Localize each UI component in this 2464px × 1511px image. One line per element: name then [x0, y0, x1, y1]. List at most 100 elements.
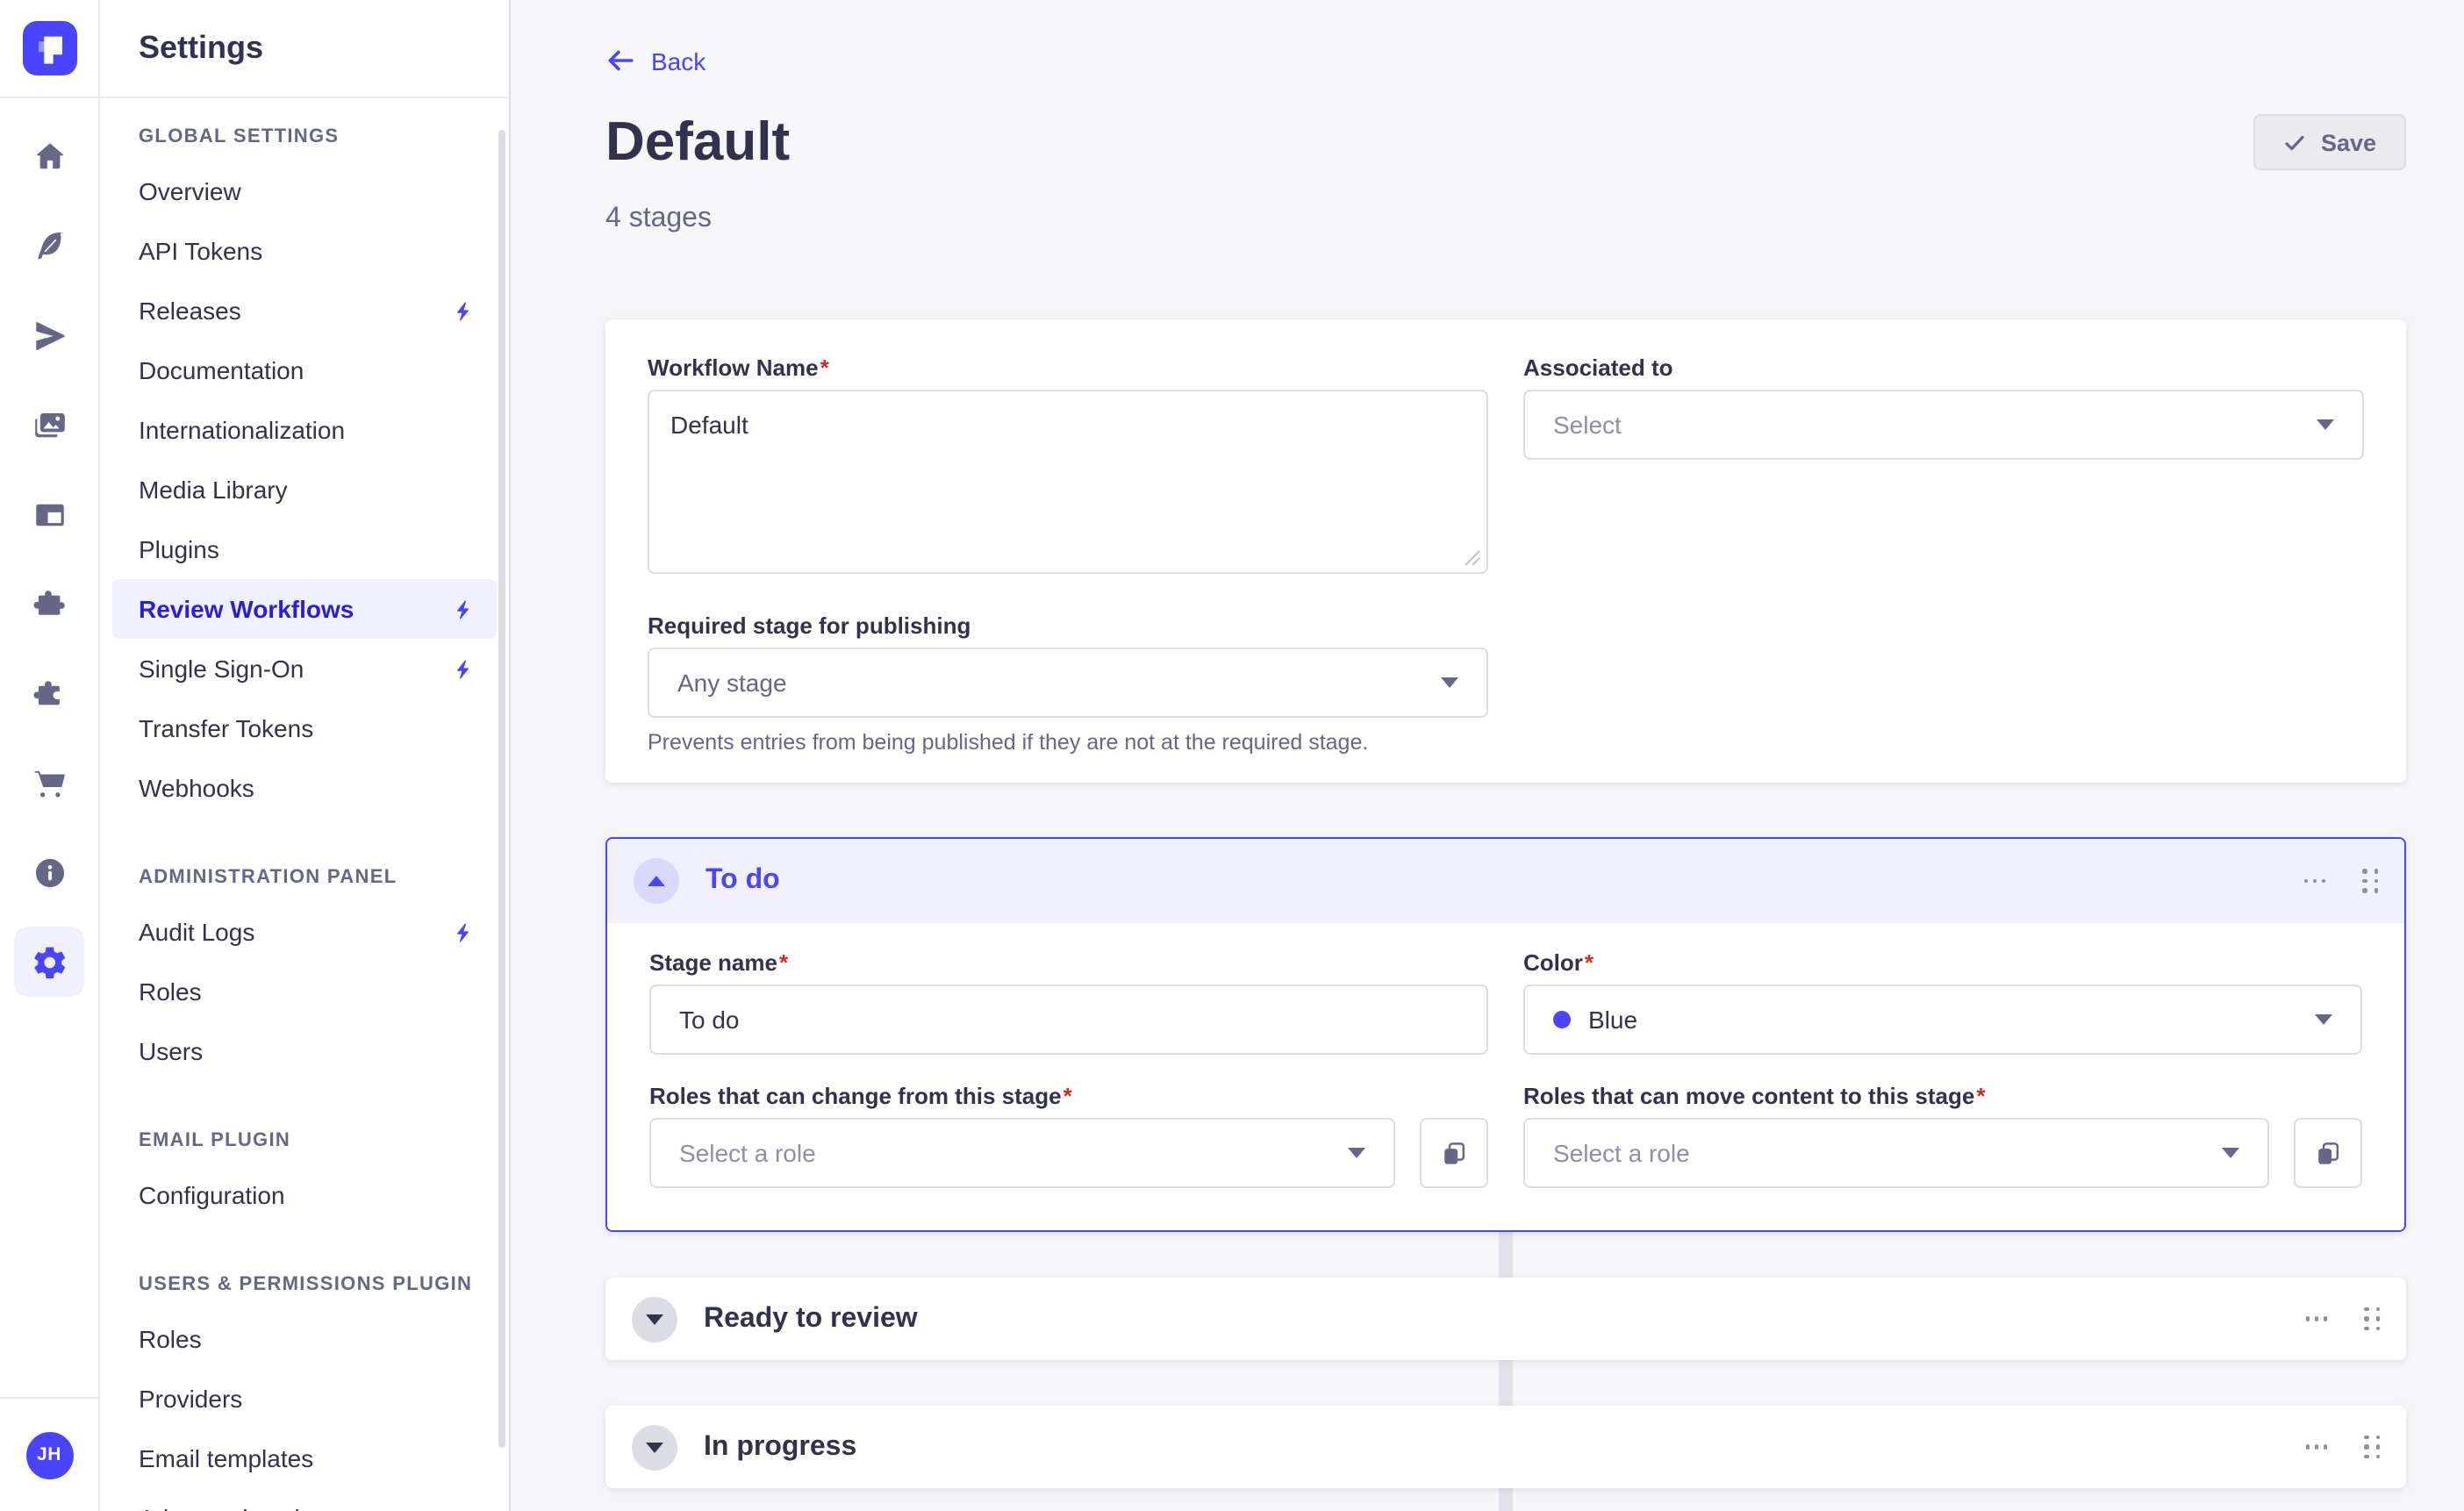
- stage-color-field: Color* Blue: [1523, 949, 2362, 1055]
- resize-grip-icon[interactable]: [1464, 549, 1481, 567]
- associated-to-label: Associated to: [1523, 354, 2364, 381]
- section-global-settings: GLOBAL SETTINGS Overview API Tokens Rele…: [100, 123, 509, 818]
- sidebar-item-releases[interactable]: Releases: [112, 281, 497, 340]
- required-stage-select[interactable]: Any stage: [648, 648, 1488, 718]
- lightning-icon: [453, 655, 474, 682]
- media-library-icon[interactable]: [14, 390, 84, 460]
- feather-icon[interactable]: [14, 211, 84, 281]
- stages-list: To do Stage name* To do: [605, 837, 2406, 1488]
- sidebar-item-overview[interactable]: Overview: [112, 161, 497, 221]
- required-asterisk: *: [1585, 949, 1594, 976]
- roles-move-label: Roles that can move content to this stag…: [1523, 1083, 2362, 1109]
- sidebar-item-transfer-tokens[interactable]: Transfer Tokens: [112, 698, 497, 758]
- more-options-icon[interactable]: [2303, 879, 2325, 884]
- sidebar-item-api-tokens[interactable]: API Tokens: [112, 221, 497, 281]
- stage-color-select[interactable]: Blue: [1523, 985, 2362, 1055]
- stage-body: Stage name* To do Color*: [607, 923, 2404, 1230]
- settings-sidebar: Settings GLOBAL SETTINGS Overview API To…: [100, 0, 511, 1511]
- required-stage-hint: Prevents entries from being published if…: [648, 730, 1488, 755]
- cart-icon[interactable]: [14, 748, 84, 818]
- sidebar-item-single-sign-on[interactable]: Single Sign-On: [112, 639, 497, 698]
- chevron-down-icon: [1441, 677, 1458, 688]
- required-stage-field: Required stage for publishing Any stage …: [648, 612, 1488, 755]
- rail-footer: JH: [0, 1397, 98, 1511]
- sidebar-item-documentation[interactable]: Documentation: [112, 340, 497, 400]
- stage-title: Ready to review: [704, 1303, 918, 1335]
- sidebar-item-review-workflows[interactable]: Review Workflows: [112, 579, 497, 639]
- roles-change-select[interactable]: Select a role: [649, 1118, 1395, 1188]
- sidebar-header: Settings: [100, 0, 509, 98]
- associated-to-select[interactable]: Select: [1523, 390, 2364, 460]
- arrow-left-icon: [605, 46, 635, 75]
- duplicate-roles-button[interactable]: [2294, 1118, 2362, 1188]
- stage-color-label: Color*: [1523, 949, 2362, 976]
- paper-plane-icon[interactable]: [14, 300, 84, 370]
- info-icon[interactable]: [14, 837, 84, 907]
- stage-actions: [2305, 1436, 2380, 1459]
- expand-stage-button[interactable]: [632, 1296, 677, 1342]
- copy-icon: [1441, 1140, 1467, 1166]
- chevron-down-icon: [2222, 1148, 2239, 1158]
- stage-actions: [2305, 1307, 2380, 1331]
- section-label: EMAIL PLUGIN: [100, 1127, 509, 1155]
- stage-name-label: Stage name*: [649, 949, 1488, 976]
- sidebar-item-users[interactable]: Users: [112, 1021, 497, 1081]
- section-users-permissions-plugin: USERS & PERMISSIONS PLUGIN Roles Provide…: [100, 1271, 509, 1511]
- sidebar-item-media-library[interactable]: Media Library: [112, 460, 497, 519]
- required-asterisk: *: [1976, 1083, 1985, 1109]
- sidebar-scrollbar[interactable]: [498, 130, 505, 1448]
- duplicate-roles-button[interactable]: [1420, 1118, 1488, 1188]
- stage-name-input[interactable]: To do: [649, 985, 1488, 1055]
- stage-header-to-do[interactable]: To do: [607, 839, 2404, 923]
- logo-box: [0, 0, 98, 98]
- sidebar-item-plugins[interactable]: Plugins: [112, 519, 497, 579]
- sidebar-item-admin-roles[interactable]: Roles: [112, 962, 497, 1021]
- drag-handle-icon[interactable]: [2364, 1436, 2380, 1459]
- chevron-up-icon: [648, 876, 665, 886]
- puzzle-icon[interactable]: [14, 569, 84, 639]
- stage-card-in-progress[interactable]: In progress: [605, 1406, 2406, 1488]
- lightning-icon: [453, 297, 474, 324]
- sidebar-item-up-roles[interactable]: Roles: [112, 1309, 497, 1369]
- settings-gear-icon[interactable]: [14, 927, 84, 997]
- save-button[interactable]: Save: [2254, 114, 2406, 170]
- required-asterisk: *: [1064, 1083, 1072, 1109]
- sidebar-item-audit-logs[interactable]: Audit Logs: [112, 902, 497, 962]
- roles-move-select[interactable]: Select a role: [1523, 1118, 2269, 1188]
- home-icon[interactable]: [14, 121, 84, 191]
- sidebar-item-providers[interactable]: Providers: [112, 1369, 497, 1429]
- stage-title: In progress: [704, 1431, 856, 1463]
- associated-to-field: Associated to Select: [1523, 354, 2364, 574]
- layout-icon[interactable]: [14, 479, 84, 549]
- sidebar-item-advanced-settings[interactable]: Advanced settings: [112, 1488, 497, 1511]
- page-title: Default: [605, 109, 790, 175]
- back-link[interactable]: Back: [605, 46, 706, 75]
- stage-card-to-do: To do Stage name* To do: [605, 837, 2406, 1232]
- drag-handle-icon[interactable]: [2362, 870, 2378, 893]
- expand-stage-button[interactable]: [632, 1424, 677, 1470]
- sidebar-list: GLOBAL SETTINGS Overview API Tokens Rele…: [100, 98, 509, 1511]
- stage-card-ready-to-review[interactable]: Ready to review: [605, 1278, 2406, 1360]
- workflow-name-field: Workflow Name* Default: [648, 354, 1488, 574]
- more-options-icon[interactable]: [2305, 1317, 2327, 1321]
- more-options-icon[interactable]: [2305, 1445, 2327, 1450]
- section-administration-panel: ADMINISTRATION PANEL Audit Logs Roles Us…: [100, 863, 509, 1081]
- collapse-stage-button[interactable]: [634, 858, 679, 904]
- strapi-logo-icon[interactable]: [22, 21, 76, 75]
- puzzle-alt-icon[interactable]: [14, 658, 84, 728]
- check-icon: [2284, 131, 2307, 154]
- sidebar-item-configuration[interactable]: Configuration: [112, 1165, 497, 1225]
- sidebar-item-email-templates[interactable]: Email templates: [112, 1429, 497, 1488]
- roles-change-label: Roles that can change from this stage*: [649, 1083, 1488, 1109]
- drag-handle-icon[interactable]: [2364, 1307, 2380, 1331]
- sidebar-title: Settings: [139, 30, 263, 67]
- required-stage-label: Required stage for publishing: [648, 612, 1488, 639]
- workflow-name-input[interactable]: Default: [648, 390, 1488, 574]
- stage-title: To do: [706, 865, 780, 897]
- sidebar-item-internationalization[interactable]: Internationalization: [112, 400, 497, 460]
- stage-name-field: Stage name* To do: [649, 949, 1488, 1055]
- chevron-down-icon: [646, 1314, 663, 1324]
- sidebar-item-webhooks[interactable]: Webhooks: [112, 758, 497, 818]
- roles-move-field: Roles that can move content to this stag…: [1523, 1083, 2362, 1188]
- user-avatar[interactable]: JH: [25, 1431, 73, 1479]
